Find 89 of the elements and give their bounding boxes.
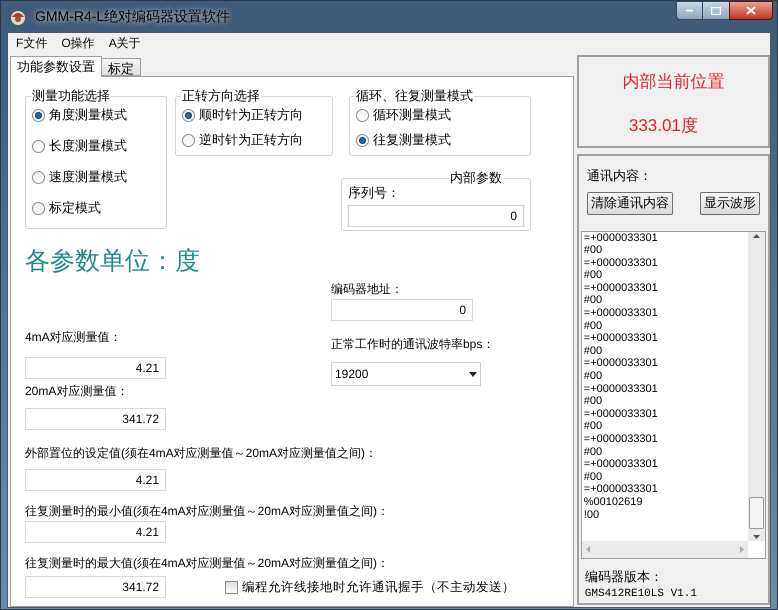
log-line: =+0000033301 xyxy=(584,382,659,396)
button[interactable]: 显示波形 xyxy=(700,192,760,214)
input-field[interactable]: 341.72 xyxy=(25,408,166,430)
menu-item[interactable]: A关于 xyxy=(108,34,141,52)
minimize-button[interactable] xyxy=(676,1,703,20)
log-line: =+0000033301 xyxy=(584,307,659,320)
scroll-down-icon[interactable] xyxy=(753,534,760,538)
menu-item[interactable]: O操作 xyxy=(61,34,95,52)
radio-button[interactable] xyxy=(32,202,45,214)
scroll-left-icon[interactable] xyxy=(586,546,590,552)
input-field[interactable]: 4.21 xyxy=(25,469,166,491)
radio-button[interactable] xyxy=(32,140,45,152)
radio-button[interactable] xyxy=(356,108,369,122)
field-label: 编码器地址： xyxy=(331,282,403,297)
log-line: =+0000033301 xyxy=(584,256,659,270)
maximize-button[interactable] xyxy=(703,1,729,20)
input-field[interactable]: 4.21 xyxy=(25,357,166,379)
radio-button[interactable] xyxy=(356,134,369,146)
field-label: 外部置位的设定值(须在4mA对应测量值～20mA对应测量值之间)： xyxy=(25,446,378,461)
field-label: 往复测量时的最小值(须在4mA对应测量值～20mA对应测量值之间)： xyxy=(25,504,390,519)
group-title: 正转方向选择 xyxy=(181,89,261,103)
radio-button[interactable] xyxy=(182,134,195,146)
log-line: #00 xyxy=(584,446,604,458)
scroll-up-icon[interactable] xyxy=(753,234,760,238)
tab[interactable]: 功能参数设置 xyxy=(10,56,102,77)
radio-label: 往复测量模式 xyxy=(373,132,451,148)
field-label: 正常工作时的通讯波特率bps： xyxy=(331,337,494,351)
input-field[interactable]: 341.72 xyxy=(25,576,166,598)
log-line: =+0000033301 xyxy=(584,282,659,294)
log-line: =+0000033301 xyxy=(584,332,659,345)
close-button[interactable] xyxy=(729,1,773,20)
horizontal-scrollbar[interactable] xyxy=(582,540,748,558)
log-line: =+0000033301 xyxy=(584,458,659,471)
field-label: 20mA对应测量值： xyxy=(25,384,128,399)
vertical-scrollbar[interactable] xyxy=(748,232,765,540)
field-label: 序列号： xyxy=(348,184,401,202)
group-title: 测量功能选择 xyxy=(31,89,111,103)
unit-heading: 各参数单位：度 xyxy=(25,246,201,276)
radio-button[interactable] xyxy=(182,108,195,122)
log-line: #00 xyxy=(584,320,604,332)
button[interactable]: 清除通讯内容 xyxy=(586,192,673,214)
position-value: 333.01度 xyxy=(628,114,698,136)
log-line: =+0000033301 xyxy=(584,357,659,370)
radio-label: 逆时针为正转方向 xyxy=(199,132,303,148)
scroll-right-icon[interactable] xyxy=(740,546,744,552)
log-line: %00102619 xyxy=(584,496,644,509)
window-title: GMM-R4-L绝对编码器设置软件 xyxy=(35,7,230,26)
input-field[interactable]: 4.21 xyxy=(25,521,166,543)
group-title: 循环、往复测量模式 xyxy=(355,89,474,103)
scroll-thumb[interactable] xyxy=(749,496,764,528)
log-line: #00 xyxy=(584,420,604,433)
field-label: 4mA对应测量值： xyxy=(25,330,122,345)
radio-label: 顺时针为正转方向 xyxy=(199,107,303,123)
position-title: 内部当前位置 xyxy=(622,71,724,93)
radio-label: 循环测量模式 xyxy=(373,107,451,123)
radio-button[interactable] xyxy=(32,170,45,184)
log-line: #00 xyxy=(584,269,604,282)
comm-label: 通讯内容： xyxy=(586,167,653,185)
log-line: #00 xyxy=(584,395,604,408)
log-line: #00 xyxy=(584,344,604,358)
radio-label: 标定模式 xyxy=(49,200,101,216)
log-line: !00 xyxy=(584,508,600,522)
log-line: =+0000033301 xyxy=(584,232,659,244)
log-line: #00 xyxy=(584,244,604,257)
tab[interactable]: 标定 xyxy=(101,58,141,76)
group-title: 内部参数 xyxy=(449,171,503,185)
input-field[interactable]: 0 xyxy=(331,299,473,321)
dropdown-arrow-icon xyxy=(469,372,477,376)
log-line: =+0000033301 xyxy=(584,408,659,420)
log-line: #00 xyxy=(584,470,604,484)
radio-label: 速度测量模式 xyxy=(49,169,127,185)
version-value: GMS412RE10LS V1.1 xyxy=(584,587,698,602)
radio-button[interactable] xyxy=(32,108,45,122)
log-line: =+0000033301 xyxy=(584,483,659,496)
baud-dropdown[interactable]: 19200 xyxy=(331,362,481,386)
log-line: =+0000033301 xyxy=(584,433,659,446)
checkbox-label: 编程允许线接地时允许通讯握手（不主动发送） xyxy=(242,578,515,596)
checkbox[interactable] xyxy=(225,580,238,594)
maximize-icon xyxy=(711,6,721,14)
radio-label: 角度测量模式 xyxy=(49,107,127,123)
menu-item[interactable]: F文件 xyxy=(16,34,48,52)
radio-label: 长度测量模式 xyxy=(49,138,127,154)
close-icon xyxy=(746,6,756,15)
field-label: 往复测量时的最大值(须在4mA对应测量值～20mA对应测量值之间)： xyxy=(25,556,390,571)
log-line: #00 xyxy=(584,294,604,308)
log-line: #00 xyxy=(584,370,604,383)
minimize-icon xyxy=(685,9,694,12)
version-label: 编码器版本： xyxy=(584,568,664,586)
serial-field[interactable]: 0 xyxy=(348,204,524,226)
